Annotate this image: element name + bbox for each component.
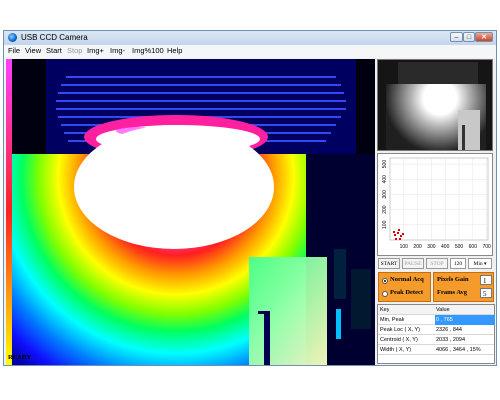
false-color-image: [6, 59, 375, 365]
frams-avg-label: Frams Avg: [437, 289, 468, 296]
camera-image-view[interactable]: [6, 59, 375, 365]
app-window: USB CCD Camera – □ ✕ File View Start Sto…: [3, 30, 497, 366]
pause-button[interactable]: PAUSE: [402, 258, 424, 269]
menu-stop[interactable]: Stop: [67, 46, 82, 55]
start-button[interactable]: START: [378, 258, 400, 269]
table-row[interactable]: Peak Loc ( X, Y) 2326 , 844: [378, 325, 494, 335]
x-tick-label: 200: [413, 244, 422, 250]
row-key: Centroid ( X, Y): [380, 337, 418, 343]
table-header: Key Value: [378, 305, 494, 315]
frams-avg-input[interactable]: 5: [480, 288, 492, 298]
thumbnail-preview: [377, 59, 493, 151]
row-value: 2033 , 2094: [436, 337, 466, 343]
profile-chart: 100 200 300 400 500 100 200 300 400 500 600 700: [377, 153, 493, 256]
profile-marker: [397, 232, 399, 234]
status-bar-text: READY: [8, 354, 32, 361]
mode-value: Min: [473, 261, 483, 267]
x-tick-label: 700: [482, 244, 491, 250]
profile-marker: [395, 238, 397, 240]
x-tick-label: 600: [469, 244, 478, 250]
menu-help[interactable]: Help: [167, 46, 182, 55]
table-row[interactable]: Centroid ( X, Y) 2033 , 2094: [378, 335, 494, 345]
row-key: Peak Loc ( X, Y): [380, 327, 420, 333]
menu-img-plus[interactable]: Img+: [87, 46, 104, 55]
menu-img-100[interactable]: Img%100: [132, 46, 164, 55]
table-row[interactable]: Width ( X, Y) 4066 , 3464 , 15%: [378, 345, 494, 355]
gain-settings-group: Pixels Gain 1 Frams Avg 5: [433, 272, 494, 302]
menu-view[interactable]: View: [25, 46, 41, 55]
menu-start[interactable]: Start: [46, 46, 62, 55]
acquisition-mode-group: Normal Acq Peak Detect: [378, 272, 431, 302]
value-header: Value: [436, 307, 450, 313]
y-tick-label: 200: [382, 205, 388, 214]
minimize-button[interactable]: –: [450, 32, 463, 42]
chevron-down-icon: ▾: [484, 262, 487, 267]
grayscale-preview-image: [378, 60, 492, 150]
count-field[interactable]: 120: [450, 258, 466, 269]
x-tick-label: 300: [427, 244, 436, 250]
menu-img-minus[interactable]: Img-: [110, 46, 125, 55]
camera-app-icon: [8, 33, 17, 42]
maximize-button[interactable]: □: [463, 32, 475, 42]
table-row[interactable]: Min, Peak 0 , 765: [378, 315, 495, 325]
x-tick-label: 500: [455, 244, 464, 250]
row-value: 2326 , 844: [436, 327, 462, 333]
profile-plot: 100 200 300 400 500 100 200 300 400 500 600 700: [382, 157, 491, 250]
row-key: Min, Peak: [380, 317, 405, 323]
profile-marker: [400, 235, 402, 237]
menu-file[interactable]: File: [8, 46, 20, 55]
capture-controls: START PAUSE STOP 120 Min ▾: [377, 258, 495, 270]
y-tick-label: 500: [382, 160, 388, 169]
row-value: 4066 , 3464 , 15%: [436, 347, 481, 353]
profile-marker: [394, 234, 396, 236]
profile-marker: [402, 233, 404, 235]
key-header: Key: [380, 307, 390, 313]
row-value: 0 , 765: [435, 315, 495, 325]
title-bar[interactable]: USB CCD Camera – □ ✕: [4, 31, 496, 45]
pixels-gain-label: Pixels Gain: [437, 276, 469, 283]
peak-detect-label: Peak Detect: [390, 289, 424, 296]
window-title: USB CCD Camera: [21, 33, 88, 42]
normal-acq-radio[interactable]: [382, 278, 388, 284]
profile-marker: [398, 229, 400, 231]
profile-marker: [399, 238, 401, 240]
normal-acq-label: Normal Acq: [390, 276, 424, 283]
measurement-table: Key Value Min, Peak 0 , 765 Peak Loc ( X…: [377, 304, 495, 364]
mode-select[interactable]: Min ▾: [468, 258, 492, 269]
menu-bar: File View Start Stop Img+ Img- Img%100 H…: [4, 45, 496, 58]
row-key: Width ( X, Y): [380, 347, 412, 353]
close-button[interactable]: ✕: [475, 32, 493, 42]
y-tick-label: 300: [382, 190, 388, 199]
y-tick-label: 400: [382, 175, 388, 184]
stop-button[interactable]: STOP: [426, 258, 448, 269]
profile-marker: [393, 231, 395, 233]
x-tick-label: 100: [400, 244, 409, 250]
x-tick-label: 400: [441, 244, 450, 250]
pixels-gain-input[interactable]: 1: [480, 275, 492, 285]
peak-detect-radio[interactable]: [382, 291, 388, 297]
y-tick-label: 100: [382, 220, 388, 229]
control-panel: 100 200 300 400 500 100 200 300 400 500 600 700 ST…: [377, 59, 495, 365]
